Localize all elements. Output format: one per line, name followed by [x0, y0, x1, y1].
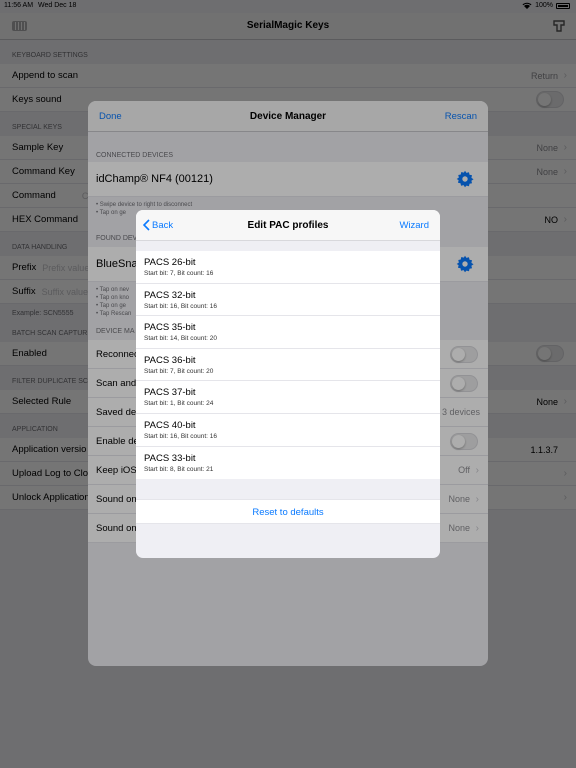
- pac-profile-detail: Start bit: 14, Bit count: 20: [144, 335, 217, 343]
- pac-profile-item[interactable]: PACS 32-bit Start bit: 16, Bit count: 16: [136, 284, 440, 317]
- reset-to-defaults-button[interactable]: Reset to defaults: [136, 499, 440, 525]
- pac-profile-name: PACS 33-bit: [144, 452, 196, 464]
- edit-pac-profiles-popup: Back Edit PAC profiles Wizard PACS 26-bi…: [136, 210, 440, 558]
- pac-profile-name: PACS 32-bit: [144, 289, 196, 301]
- pac-nav-bar: Back Edit PAC profiles Wizard: [136, 210, 440, 241]
- pac-profile-item[interactable]: PACS 26-bit Start bit: 7, Bit count: 16: [136, 251, 440, 284]
- pac-profile-name: PACS 26-bit: [144, 257, 196, 268]
- pac-profile-item[interactable]: PACS 35-bit Start bit: 14, Bit count: 20: [136, 316, 440, 349]
- pac-profile-detail: Start bit: 16, Bit count: 16: [144, 432, 217, 440]
- pac-profile-name: PACS 35-bit: [144, 322, 196, 334]
- pac-profile-name: PACS 37-bit: [144, 387, 196, 399]
- pac-profile-item[interactable]: PACS 33-bit Start bit: 8, Bit count: 21: [136, 447, 440, 480]
- pac-title: Edit PAC profiles: [247, 220, 329, 231]
- pac-profile-name: PACS 40-bit: [144, 419, 196, 431]
- pac-profile-detail: Start bit: 8, Bit count: 21: [144, 465, 214, 473]
- pac-profile-item[interactable]: PACS 40-bit Start bit: 16, Bit count: 16: [136, 414, 440, 447]
- wizard-button[interactable]: Wizard: [399, 220, 429, 231]
- pac-profile-detail: Start bit: 7, Bit count: 20: [144, 367, 214, 375]
- pac-profile-detail: Start bit: 16, Bit count: 16: [144, 302, 217, 310]
- pac-profile-detail: Start bit: 7, Bit count: 16: [144, 270, 214, 277]
- pac-profile-item[interactable]: PACS 37-bit Start bit: 1, Bit count: 24: [136, 381, 440, 414]
- pac-profile-detail: Start bit: 1, Bit count: 24: [144, 400, 214, 408]
- pac-profile-name: PACS 36-bit: [144, 354, 196, 366]
- pac-profile-list: PACS 26-bit Start bit: 7, Bit count: 16 …: [136, 251, 440, 480]
- pac-profile-item[interactable]: PACS 36-bit Start bit: 7, Bit count: 20: [136, 349, 440, 382]
